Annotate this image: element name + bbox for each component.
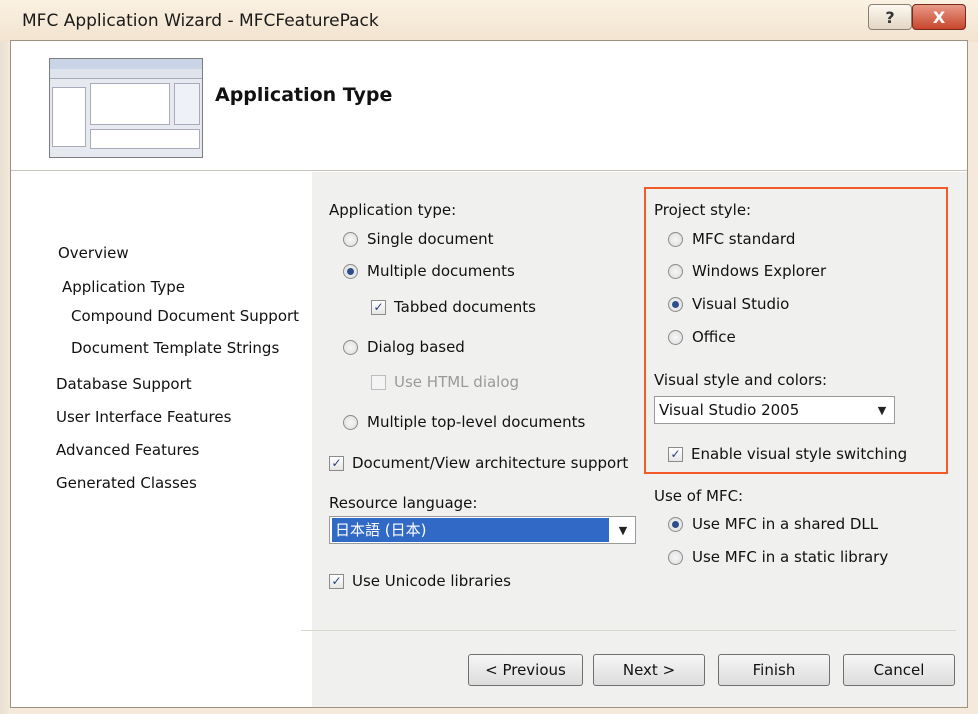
radio-indicator [343, 339, 358, 355]
wizard-header: Application Type [11, 41, 967, 171]
nav-item-advanced-features[interactable]: Advanced Features [56, 441, 199, 459]
close-button[interactable]: X [912, 4, 966, 30]
finish-button[interactable]: Finish [718, 654, 830, 686]
project-style-label: Project style: [654, 201, 752, 219]
application-preview-image [49, 58, 203, 158]
use-html-dialog-label: Use HTML dialog [394, 373, 520, 391]
mfc-shared-dll-radio[interactable]: Use MFC in a shared DLL [668, 515, 878, 533]
title-bar: MFC Application Wizard - MFCFeaturePack … [0, 0, 978, 42]
radio-indicator-checked [668, 516, 683, 532]
windows-explorer-radio[interactable]: Windows Explorer [668, 262, 826, 280]
dialog-based-radio[interactable]: Dialog based [343, 338, 465, 356]
radio-indicator [343, 231, 358, 247]
window-frame-edge [0, 42, 10, 714]
unicode-label: Use Unicode libraries [352, 572, 511, 590]
tabbed-documents-label: Tabbed documents [394, 298, 536, 316]
close-icon: X [932, 7, 946, 27]
nav-item-application-type[interactable]: Application Type [62, 278, 185, 296]
use-of-mfc-label: Use of MFC: [654, 487, 744, 505]
nav-item-user-interface-features[interactable]: User Interface Features [56, 408, 231, 426]
radio-indicator [668, 549, 683, 565]
mfc-standard-label: MFC standard [692, 230, 796, 248]
visual-style-switching-checkbox[interactable]: ✓ Enable visual style switching [668, 445, 907, 463]
nav-item-document-template-strings[interactable]: Document Template Strings [71, 339, 279, 357]
windows-explorer-label: Windows Explorer [692, 262, 827, 280]
window-title: MFC Application Wizard - MFCFeaturePack [22, 11, 379, 31]
mfc-static-library-radio[interactable]: Use MFC in a static library [668, 548, 888, 566]
cancel-button[interactable]: Cancel [843, 654, 955, 686]
doc-view-label: Document/View architecture support [352, 454, 629, 472]
nav-item-compound-document-support[interactable]: Compound Document Support [71, 307, 299, 325]
radio-indicator [343, 414, 358, 430]
visual-studio-label: Visual Studio [692, 295, 790, 313]
visual-style-label: Visual style and colors: [654, 371, 828, 389]
multiple-top-level-label: Multiple top-level documents [367, 413, 586, 431]
radio-indicator [668, 263, 683, 279]
chevron-down-icon: ▼ [877, 403, 887, 417]
visual-style-switching-label: Enable visual style switching [691, 445, 908, 463]
radio-indicator-checked [668, 296, 683, 312]
help-button[interactable]: ? [868, 4, 912, 30]
application-type-label: Application type: [329, 201, 457, 219]
nav-item-generated-classes[interactable]: Generated Classes [56, 474, 197, 492]
office-label: Office [692, 328, 736, 346]
single-document-label: Single document [367, 230, 494, 248]
visual-studio-radio[interactable]: Visual Studio [668, 295, 789, 313]
page-title: Application Type [215, 84, 393, 106]
resource-language-label: Resource language: [329, 494, 478, 512]
visual-style-value: Visual Studio 2005 [659, 401, 800, 419]
button-separator [301, 630, 956, 631]
multiple-documents-radio[interactable]: Multiple documents [343, 262, 515, 280]
nav-item-overview[interactable]: Overview [58, 244, 129, 262]
mfc-shared-dll-label: Use MFC in a shared DLL [692, 515, 879, 533]
previous-button[interactable]: < Previous [468, 654, 583, 686]
single-document-radio[interactable]: Single document [343, 230, 494, 248]
radio-indicator-checked [343, 263, 358, 279]
check-icon: ✓ [371, 299, 386, 315]
radio-indicator [668, 329, 683, 345]
radio-indicator [668, 231, 683, 247]
multiple-documents-label: Multiple documents [367, 262, 515, 280]
doc-view-checkbox[interactable]: ✓ Document/View architecture support [329, 454, 628, 472]
dialog-based-label: Dialog based [367, 338, 465, 356]
resource-language-value: 日本語 (日本) [332, 518, 609, 542]
chevron-down-icon: ▼ [618, 523, 628, 537]
check-icon: ✓ [329, 573, 344, 589]
check-icon: ✓ [329, 455, 344, 471]
next-button[interactable]: Next > [593, 654, 705, 686]
check-icon: ✓ [668, 446, 683, 462]
multiple-top-level-radio[interactable]: Multiple top-level documents [343, 413, 585, 431]
unicode-checkbox[interactable]: ✓ Use Unicode libraries [329, 572, 511, 590]
wizard-nav: Overview Application Type Compound Docum… [11, 172, 312, 707]
use-html-dialog-checkbox[interactable]: Use HTML dialog [371, 373, 519, 391]
checkbox-empty [371, 374, 386, 390]
tabbed-documents-checkbox[interactable]: ✓ Tabbed documents [371, 298, 536, 316]
mfc-standard-radio[interactable]: MFC standard [668, 230, 795, 248]
help-icon: ? [885, 7, 895, 27]
visual-style-dropdown[interactable]: Visual Studio 2005 ▼ [654, 396, 895, 424]
nav-item-database-support[interactable]: Database Support [56, 375, 192, 393]
office-radio[interactable]: Office [668, 328, 736, 346]
mfc-static-library-label: Use MFC in a static library [692, 548, 889, 566]
resource-language-dropdown[interactable]: 日本語 (日本) ▼ [329, 516, 636, 544]
